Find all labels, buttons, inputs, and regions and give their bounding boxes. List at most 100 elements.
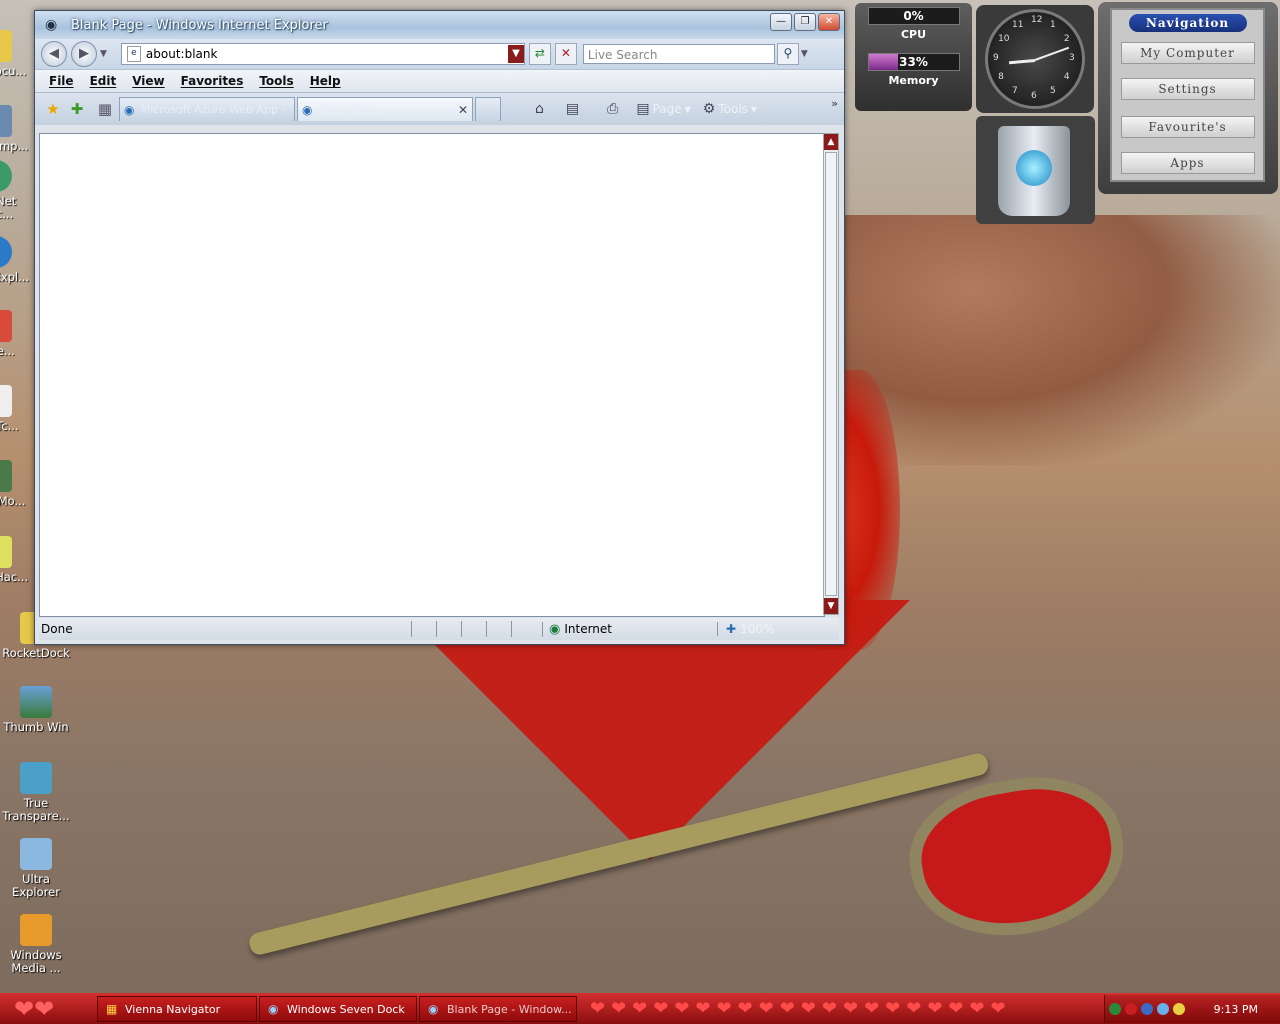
rss-icon: ▤ — [565, 101, 580, 117]
new-tab-button[interactable] — [475, 97, 501, 121]
cpu-value: 0% — [903, 9, 924, 23]
taskbar: ❤❤ ▦ Vienna Navigator ◉ Windows Seven Do… — [0, 993, 1280, 1024]
address-dropdown-button[interactable]: ▼ — [507, 45, 524, 63]
menu-tools[interactable]: Tools — [259, 74, 293, 88]
desktop-wallpaper-key-heart — [898, 762, 1136, 952]
scroll-down-button[interactable]: ▼ — [824, 598, 838, 614]
tab-close-icon[interactable]: ✕ — [458, 103, 468, 117]
clock-minute-hand — [1034, 46, 1070, 61]
status-divider — [461, 621, 486, 637]
network-icon[interactable] — [1109, 1003, 1121, 1015]
picture-icon — [20, 686, 52, 718]
taskbar-blank-page[interactable]: ◉ Blank Page - Window... — [419, 996, 577, 1022]
print-button[interactable]: ⎙ — [607, 101, 618, 117]
clock-number: 6 — [1031, 91, 1037, 101]
nav-my-computer-button[interactable]: My Computer — [1120, 42, 1255, 64]
search-options-dropdown-icon[interactable]: ▼ — [801, 49, 808, 59]
cpu-meter: 0% — [867, 7, 960, 25]
feeds-button[interactable]: ▤ — [566, 101, 579, 117]
forward-button[interactable]: ▶ — [71, 41, 97, 67]
clock-number: 2 — [1063, 34, 1070, 44]
tab-blank-page[interactable]: ◉ Blank Page ✕ — [297, 97, 473, 121]
desktop-icon-my-computer[interactable]: My Comp... — [0, 105, 32, 153]
scroll-up-button[interactable]: ▲ — [824, 134, 838, 150]
desktop-icon-my-documents[interactable]: My Docu... — [0, 30, 32, 78]
desktop-icon-internet-explorer[interactable]: Inter Expl... — [0, 236, 32, 284]
status-divider — [486, 621, 511, 637]
computer-icon — [0, 105, 12, 137]
desktop-icon-true-transparency[interactable]: True Transpare... — [0, 762, 72, 823]
security-icon[interactable] — [1125, 1003, 1137, 1015]
desktop-icon-hard-monitor[interactable]: Hard Mo... — [0, 460, 32, 508]
recycle-bin-gadget[interactable] — [976, 116, 1095, 224]
ie-icon: ◉ — [428, 1002, 439, 1016]
refresh-button[interactable]: ⇄ — [528, 43, 551, 65]
history-dropdown-icon[interactable]: ▼ — [100, 49, 107, 59]
menu-file[interactable]: File — [49, 74, 74, 88]
clock-number: 4 — [1063, 72, 1070, 82]
favorites-star-icon[interactable]: ★ — [43, 99, 63, 119]
search-input[interactable]: Live Search — [582, 44, 775, 64]
home-icon: ⌂ — [535, 101, 544, 117]
desktop-icon-core[interactable]: Core... — [0, 310, 32, 358]
add-favorite-icon[interactable]: ✚ — [67, 99, 87, 119]
status-divider — [411, 621, 436, 637]
desktop-icon-ultra-explorer[interactable]: Ultra Explorer — [0, 838, 72, 899]
desktop-icon-file-tool[interactable]: File Tc... — [0, 385, 32, 433]
folder-icon — [0, 30, 12, 62]
taskbar-vienna-navigator[interactable]: ▦ Vienna Navigator — [97, 996, 257, 1022]
nav-favourites-button[interactable]: Favourite's — [1120, 116, 1255, 138]
page-menu-button[interactable]: ▤ Page ▼ — [636, 101, 690, 117]
scroll-thumb[interactable] — [825, 152, 837, 596]
home-button[interactable]: ⌂ — [535, 101, 544, 117]
back-button[interactable]: ◀ — [41, 41, 67, 67]
toolbar-overflow-icon[interactable]: » — [831, 97, 838, 110]
clock-number: 11 — [1012, 20, 1024, 31]
zoom-level[interactable]: ✚ 100% — [717, 622, 774, 636]
tray-app-icon[interactable] — [1157, 1003, 1169, 1015]
globe-icon — [0, 160, 12, 192]
tools-menu-button[interactable]: ⚙ Tools ▼ — [703, 101, 757, 117]
vertical-scrollbar[interactable]: ▲ ▼ — [823, 133, 839, 615]
close-button[interactable]: ✕ — [818, 13, 840, 31]
search-button[interactable]: ⚲ — [776, 43, 799, 65]
memory-value: 33% — [899, 55, 928, 69]
menu-favorites[interactable]: Favorites — [181, 74, 244, 88]
clock-number: 3 — [1069, 53, 1075, 63]
clock-number: 5 — [1050, 85, 1056, 96]
quick-tabs-icon[interactable]: ▦ — [95, 99, 115, 119]
desktop-icon-thumb-win[interactable]: Thumb Win — [0, 686, 72, 734]
desktop-icon-resource-hacker[interactable]: Reso Hac... — [0, 536, 32, 584]
desktop-icon-network[interactable]: My Net Plac... — [0, 160, 32, 221]
minimize-button[interactable]: — — [770, 13, 792, 31]
security-zone[interactable]: ◉ Internet — [542, 621, 717, 637]
gear-icon: ⚙ — [702, 101, 716, 117]
taskbar-clock[interactable]: 9:13 PM — [1214, 1003, 1258, 1016]
clock-number: 7 — [1012, 85, 1018, 96]
windows-flag-icon: ▦ — [106, 1002, 118, 1016]
nav-settings-button[interactable]: Settings — [1120, 78, 1255, 100]
menu-view[interactable]: View — [132, 74, 164, 88]
stop-button[interactable]: ✕ — [554, 43, 577, 65]
clock-face: 12 1 2 3 4 5 6 7 8 9 10 11 — [985, 9, 1085, 109]
restore-button[interactable]: ❐ — [794, 13, 816, 31]
tab-azure-web-app[interactable]: ◉ Microsoft Azure Web App - E... — [119, 97, 295, 121]
ie-logo-icon: ◉ — [45, 17, 58, 33]
desktop-icon-windows-media[interactable]: Windows Media ... — [0, 914, 72, 975]
page-content[interactable] — [39, 133, 825, 617]
address-bar[interactable]: e about:blank ▼ — [120, 43, 525, 65]
start-button[interactable]: ❤❤ — [14, 996, 62, 1022]
messenger-icon[interactable] — [1173, 1003, 1185, 1015]
status-divider — [436, 621, 461, 637]
menu-help[interactable]: Help — [310, 74, 341, 88]
menu-edit[interactable]: Edit — [90, 74, 117, 88]
page-icon: ▤ — [636, 101, 650, 117]
address-input[interactable]: about:blank — [146, 47, 508, 61]
title-bar[interactable]: ◉ Blank Page - Windows Internet Explorer… — [35, 11, 844, 39]
clock-number: 12 — [1031, 15, 1043, 25]
taskbar-windows-seven-dock[interactable]: ◉ Windows Seven Dock — [259, 996, 417, 1022]
tray-app-icon[interactable] — [1141, 1003, 1153, 1015]
nav-apps-button[interactable]: Apps — [1120, 152, 1255, 174]
tab-label: Blank Page — [320, 103, 381, 116]
navigation-gadget: Navigation My Computer Settings Favourit… — [1098, 2, 1278, 194]
